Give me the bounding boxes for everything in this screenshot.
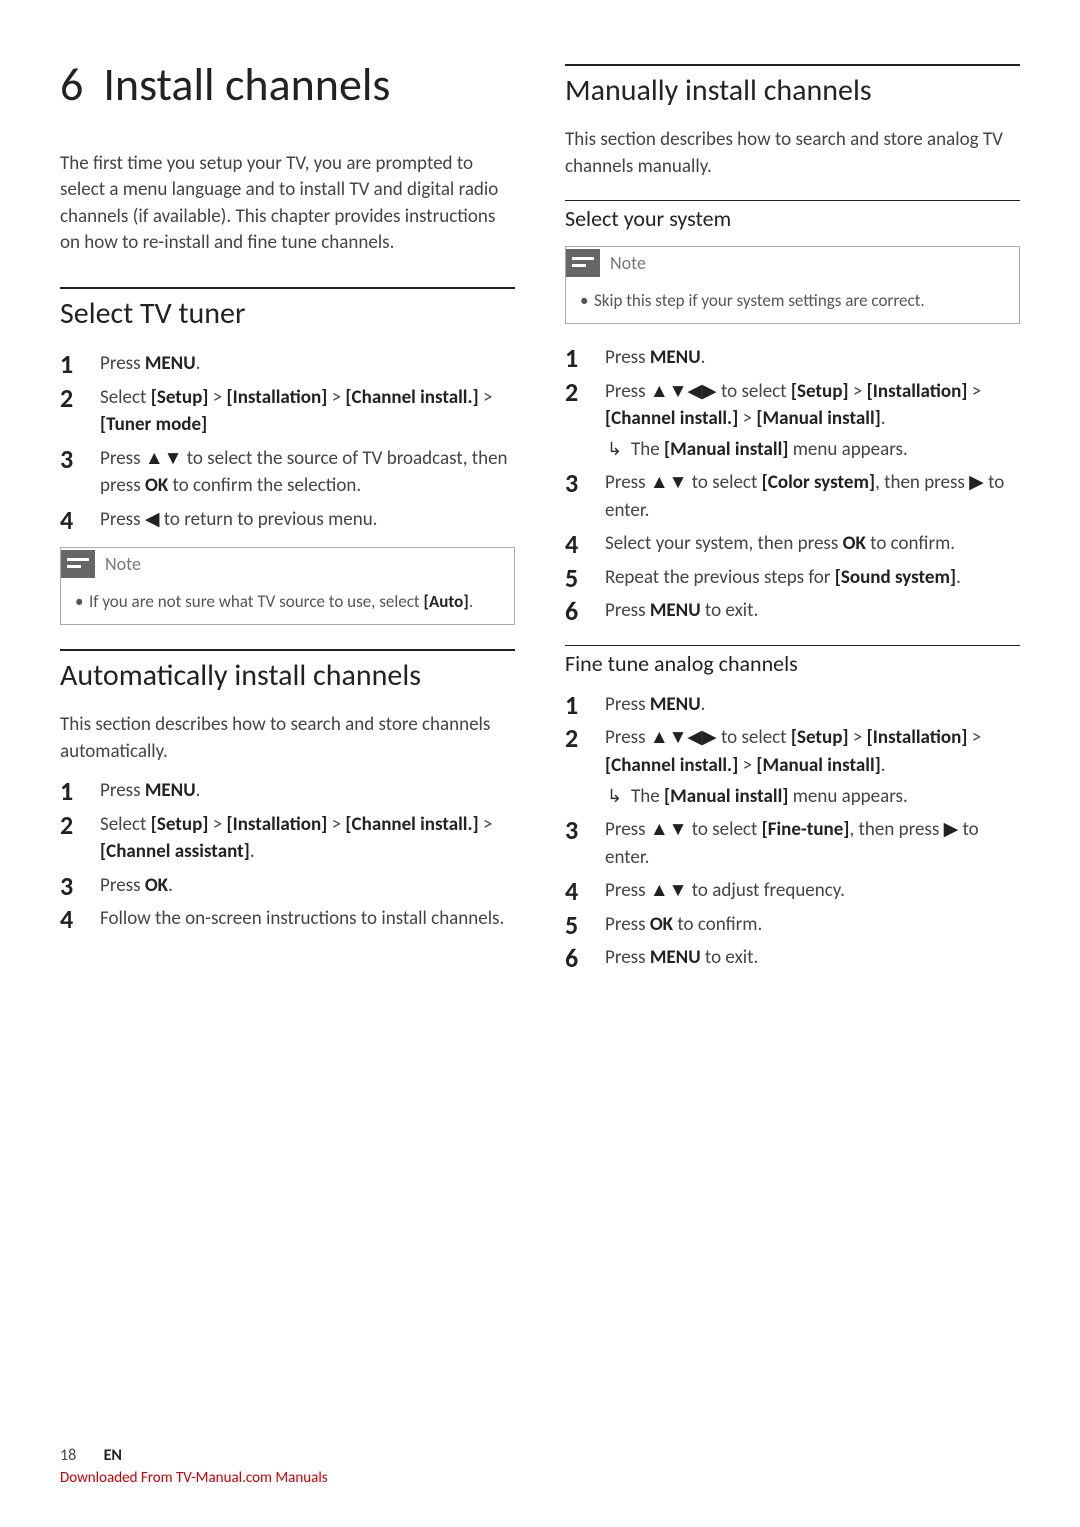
finetune-steps: Press MENU. Press ▲▼◀▶ to select [Setup]… (565, 691, 1020, 972)
section-select-tuner: Select TV tuner (60, 295, 515, 332)
section-auto-install: Automatically install channels (60, 657, 515, 694)
manual-intro: This section describes how to search and… (565, 127, 1020, 180)
step: Press MENU. (60, 777, 515, 805)
download-source-link[interactable]: Downloaded From TV-Manual.com Manuals (60, 1469, 1020, 1487)
right-icon: ▶ (969, 472, 984, 493)
step: Press MENU. (565, 344, 1020, 372)
chapter-number: 6 (60, 57, 83, 113)
step-result: The [Manual install] menu appears. (605, 783, 1020, 811)
step: Press ▲▼ to adjust frequency. (565, 877, 1020, 905)
note-label: Note (105, 553, 141, 575)
step: Press MENU. (60, 350, 515, 378)
auto-steps: Press MENU. Select [Setup] > [Installati… (60, 777, 515, 933)
step: Press ▲▼ to select [Fine-tune], then pre… (565, 816, 1020, 871)
updown-icon: ▲▼ (650, 472, 688, 493)
nav-icon: ▲▼◀▶ (650, 381, 717, 402)
step: Press ▲▼◀▶ to select [Setup] > [Installa… (565, 724, 1020, 810)
step-result: The [Manual install] menu appears. (605, 436, 1020, 464)
chapter-title: 6 Install channels (60, 60, 515, 111)
page-footer: 18 EN Downloaded From TV-Manual.com Manu… (60, 1446, 1020, 1487)
note-body: •If you are not sure what TV source to u… (61, 582, 514, 624)
updown-icon: ▲▼ (650, 819, 688, 840)
step: Press ▲▼ to select the source of TV broa… (60, 445, 515, 500)
step: Press MENU. (565, 691, 1020, 719)
step: Press ◀ to return to previous menu. (60, 506, 515, 534)
step: Press ▲▼◀▶ to select [Setup] > [Installa… (565, 378, 1020, 464)
subsection-select-system: Select your system (565, 205, 1020, 232)
nav-icon: ▲▼◀▶ (650, 727, 717, 748)
left-icon: ◀ (145, 509, 160, 530)
note-box: Note •Skip this step if your system sett… (565, 246, 1020, 324)
step: Select [Setup] > [Installation] > [Chann… (60, 811, 515, 866)
note-body: •Skip this step if your system settings … (566, 281, 1019, 323)
step: Repeat the previous steps for [Sound sys… (565, 564, 1020, 592)
chapter-title-text: Install channels (103, 57, 390, 113)
step: Press OK to confirm. (565, 911, 1020, 939)
updown-icon: ▲▼ (145, 448, 183, 469)
section-manual-install: Manually install channels (565, 72, 1020, 109)
auto-intro: This section describes how to search and… (60, 712, 515, 765)
updown-icon: ▲▼ (650, 880, 688, 901)
subsection-fine-tune: Fine tune analog channels (565, 650, 1020, 677)
subsection-separator (565, 645, 1020, 646)
section-separator (60, 287, 515, 289)
page-number: 18 (60, 1446, 100, 1465)
right-column: Manually install channels This section d… (565, 60, 1020, 986)
step: Press MENU to exit. (565, 597, 1020, 625)
step: Select [Setup] > [Installation] > [Chann… (60, 384, 515, 439)
left-column: 6 Install channels The first time you set… (60, 60, 515, 986)
step: Press ▲▼ to select [Color system], then … (565, 469, 1020, 524)
step: Follow the on-screen instructions to ins… (60, 905, 515, 933)
right-icon: ▶ (944, 819, 959, 840)
step: Press OK. (60, 872, 515, 900)
language-code: EN (104, 1446, 122, 1465)
step: Press MENU to exit. (565, 944, 1020, 972)
tuner-steps: Press MENU. Select [Setup] > [Installati… (60, 350, 515, 533)
system-steps: Press MENU. Press ▲▼◀▶ to select [Setup]… (565, 344, 1020, 625)
section-separator (565, 64, 1020, 66)
step: Select your system, then press OK to con… (565, 530, 1020, 558)
note-label: Note (610, 252, 646, 274)
subsection-separator (565, 200, 1020, 201)
note-icon (566, 249, 600, 277)
section-separator (60, 649, 515, 651)
note-icon (61, 550, 95, 578)
note-box: Note •If you are not sure what TV source… (60, 547, 515, 625)
intro-paragraph: The first time you setup your TV, you ar… (60, 151, 515, 257)
